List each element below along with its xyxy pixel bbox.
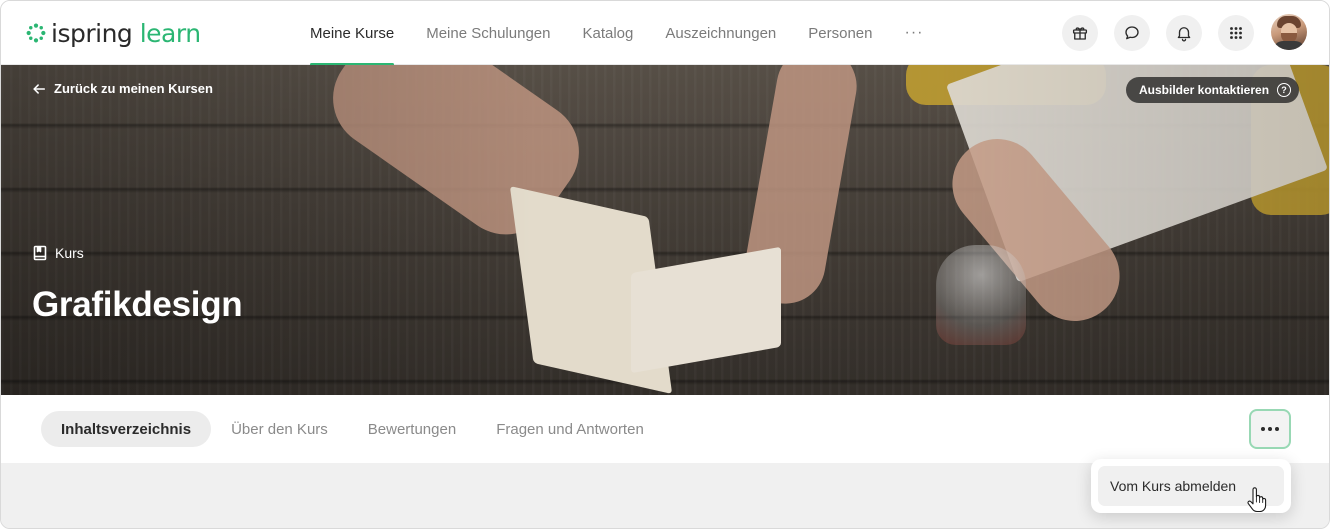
nav-item-meine-schulungen[interactable]: Meine Schulungen [426,1,550,65]
help-icon: ? [1277,83,1292,97]
tab-inhaltsverzeichnis[interactable]: Inhaltsverzeichnis [41,411,212,447]
apps-grid-icon [1230,27,1242,39]
tab-bewertungen[interactable]: Bewertungen [348,411,476,447]
chat-icon [1125,26,1139,40]
book-icon [33,245,47,261]
bell-icon [1177,27,1191,42]
course-tabs-bar: Inhaltsverzeichnis Über den Kurs Bewertu… [1,395,1329,463]
more-options-button[interactable] [1249,409,1291,449]
gift-button[interactable] [1062,15,1098,51]
user-avatar[interactable] [1271,14,1307,50]
nav-more-button[interactable]: ··· [905,1,924,65]
nav-item-auszeichnungen[interactable]: Auszeichnungen [665,1,776,65]
gift-icon [1072,27,1088,40]
course-title: Grafikdesign [32,285,243,324]
nav-item-katalog[interactable]: Katalog [582,1,633,65]
logo-text: ispring learn [51,18,201,48]
arrow-left-icon [33,83,46,94]
content-type-text: Kurs [55,245,84,261]
more-dots-icon [1261,427,1265,431]
app-window: ispring learn Meine Kurse Meine Schulung… [0,0,1330,529]
contact-instructor-button[interactable]: Ausbilder kontaktieren ? [1126,77,1300,103]
contact-instructor-label: Ausbilder kontaktieren [1139,83,1270,97]
content-type-label: Kurs [32,245,84,261]
ispring-learn-logo[interactable]: ispring learn [25,18,201,48]
tab-fragen-und-antworten[interactable]: Fragen und Antworten [476,411,664,447]
top-navigation-bar: ispring learn Meine Kurse Meine Schulung… [1,1,1329,66]
ispring-logo-icon [26,23,46,43]
hand-pointer-cursor-icon [1247,487,1267,513]
nav-item-personen[interactable]: Personen [808,1,872,65]
apps-button[interactable] [1218,15,1254,51]
nav-item-meine-kurse[interactable]: Meine Kurse [310,1,395,66]
chat-button[interactable] [1114,15,1150,51]
back-link-label: Zurück zu meinen Kursen [54,81,213,96]
course-tabs: Inhaltsverzeichnis Über den Kurs Bewertu… [41,411,664,447]
notifications-button[interactable] [1166,15,1202,51]
back-to-my-courses-link[interactable]: Zurück zu meinen Kursen [32,81,213,96]
course-hero-banner: Zurück zu meinen Kursen Ausbilder kontak… [1,65,1329,395]
tab-ueber-den-kurs[interactable]: Über den Kurs [211,411,348,447]
main-nav: Meine Kurse Meine Schulungen Katalog Aus… [310,1,955,66]
